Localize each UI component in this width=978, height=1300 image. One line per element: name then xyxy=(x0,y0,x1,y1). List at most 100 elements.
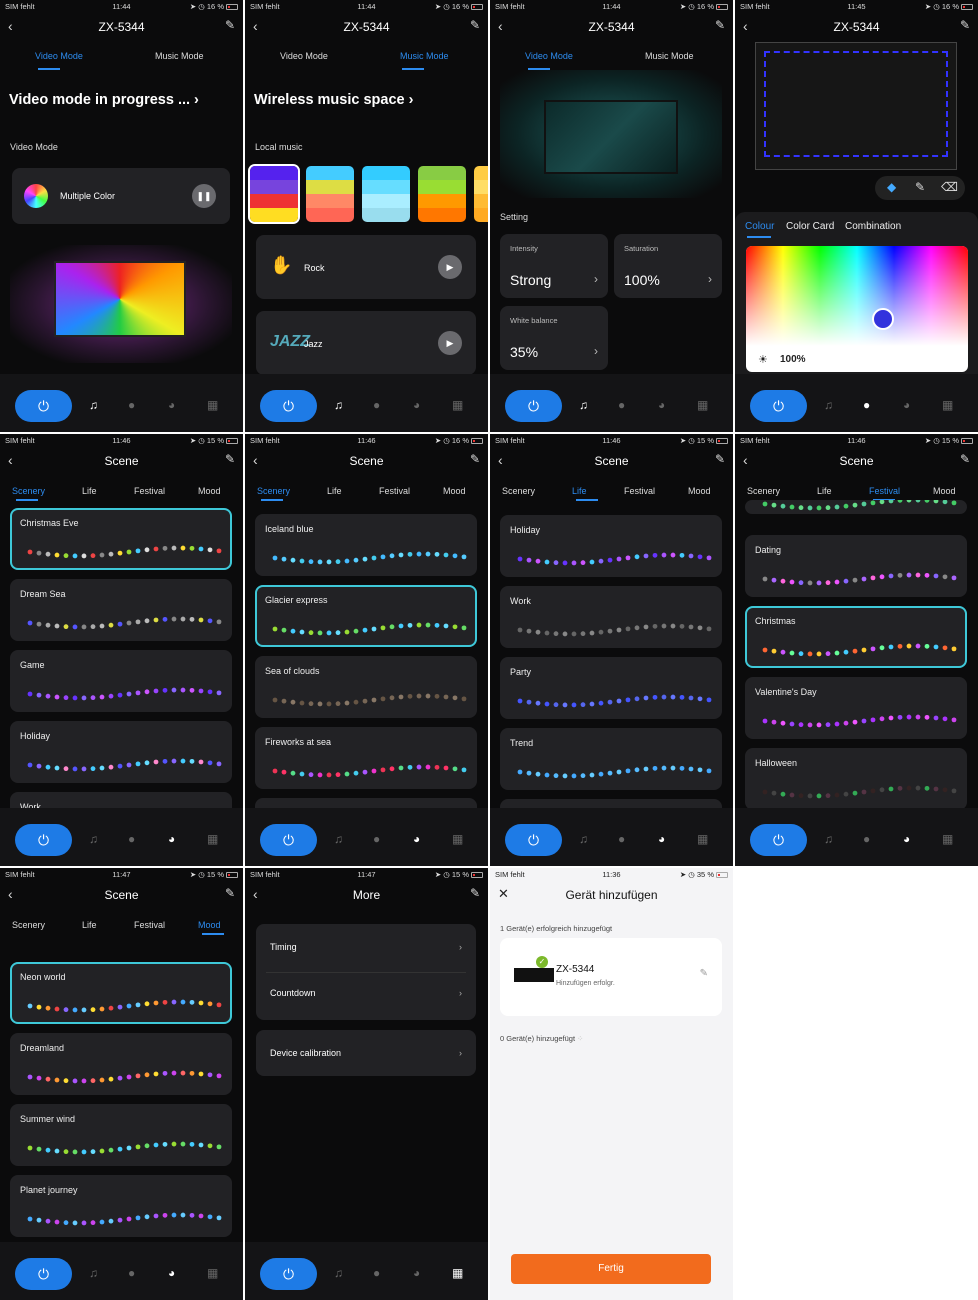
tab-scene-3[interactable]: Mood xyxy=(688,486,711,496)
tab-scene-3[interactable]: Mood xyxy=(198,486,221,496)
tab-scene-0[interactable]: Scenery xyxy=(257,486,290,496)
edit-pencil-icon[interactable]: ✎ xyxy=(225,886,235,900)
scene-card[interactable]: Christmas xyxy=(745,606,967,668)
tab-scene-2[interactable]: Festival xyxy=(379,486,410,496)
power-button[interactable]: ⏻ xyxy=(260,1258,317,1290)
bulb-icon[interactable]: ● xyxy=(863,398,870,412)
scene-card[interactable]: Neon world xyxy=(10,962,232,1024)
edit-pencil-icon[interactable]: ✎ xyxy=(470,886,480,900)
palette-icon[interactable]: ◕ xyxy=(168,832,175,846)
bulb-icon[interactable]: ● xyxy=(373,832,380,846)
tab-music-mode[interactable]: Music Mode xyxy=(645,51,694,61)
music-mode-icon[interactable]: ♫ xyxy=(334,832,343,846)
music-swatch[interactable] xyxy=(474,166,488,222)
tab-video-mode[interactable]: Video Mode xyxy=(525,51,573,61)
bulb-icon[interactable]: ● xyxy=(618,832,625,846)
play-button[interactable]: ▶ xyxy=(438,255,462,279)
tab-scene-3[interactable]: Mood xyxy=(933,486,956,496)
power-button[interactable]: ⏻ xyxy=(15,1258,72,1290)
multiple-color-item[interactable]: Multiple Color ❚❚ xyxy=(12,168,230,224)
palette-icon[interactable]: ◕ xyxy=(168,398,175,412)
tab-music-mode[interactable]: Music Mode xyxy=(155,51,204,61)
music-mode-icon[interactable]: ♫ xyxy=(579,398,588,412)
bulb-icon[interactable]: ● xyxy=(128,832,135,846)
tab-colour[interactable]: Colour xyxy=(745,221,774,232)
power-button[interactable]: ⏻ xyxy=(260,824,317,856)
tab-scene-3[interactable]: Mood xyxy=(443,486,466,496)
grid-icon[interactable]: ▦ xyxy=(207,832,218,846)
power-button[interactable]: ⏻ xyxy=(750,824,807,856)
scene-card[interactable]: Halloween xyxy=(745,748,967,810)
music-swatch[interactable] xyxy=(362,166,410,222)
palette-icon[interactable]: ◕ xyxy=(903,398,910,412)
bulb-icon[interactable]: ● xyxy=(373,398,380,412)
scene-card[interactable]: Glacier express xyxy=(255,585,477,647)
edit-pencil-icon[interactable]: ✎ xyxy=(470,452,480,466)
bulb-icon[interactable]: ● xyxy=(128,398,135,412)
play-button[interactable]: ▶ xyxy=(438,331,462,355)
intensity-setting[interactable]: Intensity Strong › xyxy=(500,234,608,298)
tab-scene-1[interactable]: Life xyxy=(82,486,97,496)
palette-icon[interactable]: ◕ xyxy=(168,1266,175,1280)
scene-card[interactable]: Dream Sea xyxy=(10,579,232,641)
grid-icon[interactable]: ▦ xyxy=(452,398,463,412)
scene-card[interactable]: Trend xyxy=(500,728,722,790)
timing-item[interactable]: Timing › xyxy=(270,942,462,952)
music-swatch[interactable] xyxy=(418,166,466,222)
palette-icon[interactable]: ◕ xyxy=(658,398,665,412)
music-mode-icon[interactable]: ♫ xyxy=(579,832,588,846)
rock-item[interactable]: ✋ Rock ▶ xyxy=(256,235,476,299)
tab-scene-1[interactable]: Life xyxy=(327,486,342,496)
power-button[interactable]: ⏻ xyxy=(505,824,562,856)
edit-pencil-icon[interactable]: ✎ xyxy=(960,18,970,32)
palette-icon[interactable]: ◕ xyxy=(413,398,420,412)
tab-scene-2[interactable]: Festival xyxy=(134,486,165,496)
grid-icon[interactable]: ▦ xyxy=(452,1266,463,1280)
palette-icon[interactable]: ◕ xyxy=(903,832,910,846)
tab-combination[interactable]: Combination xyxy=(845,221,901,232)
music-swatch[interactable] xyxy=(306,166,354,222)
tab-video-mode[interactable]: Video Mode xyxy=(35,51,83,61)
edit-pencil-icon[interactable]: ✎ xyxy=(715,452,725,466)
eraser-icon[interactable]: ⌫ xyxy=(941,180,958,194)
tab-video-mode[interactable]: Video Mode xyxy=(280,51,328,61)
colour-picker[interactable]: ☀ 100% xyxy=(746,246,968,372)
scene-card[interactable]: Party xyxy=(500,657,722,719)
paint-bucket-icon[interactable]: ◆ xyxy=(887,180,896,194)
grid-icon[interactable]: ▦ xyxy=(452,832,463,846)
bulb-icon[interactable]: ● xyxy=(618,398,625,412)
brush-icon[interactable]: ✎ xyxy=(915,180,925,194)
scene-card[interactable]: Dreamland xyxy=(10,1033,232,1095)
scene-card[interactable]: Holiday xyxy=(500,515,722,577)
grid-icon[interactable]: ▦ xyxy=(697,398,708,412)
scene-card[interactable]: Work xyxy=(500,586,722,648)
bulb-icon[interactable]: ● xyxy=(373,1266,380,1280)
palette-icon[interactable]: ◕ xyxy=(413,832,420,846)
edit-pencil-icon[interactable]: ✎ xyxy=(225,452,235,466)
palette-icon[interactable]: ◕ xyxy=(413,1266,420,1280)
tab-scene-2[interactable]: Festival xyxy=(134,920,165,930)
device-calibration-item[interactable]: Device calibration › xyxy=(256,1030,476,1076)
scene-card[interactable]: Iceland blue xyxy=(255,514,477,576)
power-button[interactable]: ⏻ xyxy=(260,390,317,422)
grid-icon[interactable]: ▦ xyxy=(207,1266,218,1280)
music-mode-icon[interactable]: ♫ xyxy=(89,832,98,846)
tab-scene-1[interactable]: Life xyxy=(82,920,97,930)
palette-icon[interactable]: ◕ xyxy=(658,832,665,846)
tab-scene-0[interactable]: Scenery xyxy=(502,486,535,496)
scene-card[interactable]: Holiday xyxy=(10,721,232,783)
scene-card[interactable]: Christmas Eve xyxy=(10,508,232,570)
tab-scene-2[interactable]: Festival xyxy=(624,486,655,496)
tab-scene-1[interactable]: Life xyxy=(572,486,587,496)
edit-pencil-icon[interactable]: ✎ xyxy=(700,968,708,979)
edit-pencil-icon[interactable]: ✎ xyxy=(960,452,970,466)
tab-scene-2[interactable]: Festival xyxy=(869,486,900,496)
scene-card[interactable]: Dating xyxy=(745,535,967,597)
bulb-icon[interactable]: ● xyxy=(863,832,870,846)
countdown-item[interactable]: Countdown › xyxy=(270,988,462,998)
scene-card[interactable]: Summer wind xyxy=(10,1104,232,1166)
edit-pencil-icon[interactable]: ✎ xyxy=(470,18,480,32)
music-mode-icon[interactable]: ♫ xyxy=(334,1266,343,1280)
power-button[interactable]: ⏻ xyxy=(15,824,72,856)
power-button[interactable]: ⏻ xyxy=(505,390,562,422)
